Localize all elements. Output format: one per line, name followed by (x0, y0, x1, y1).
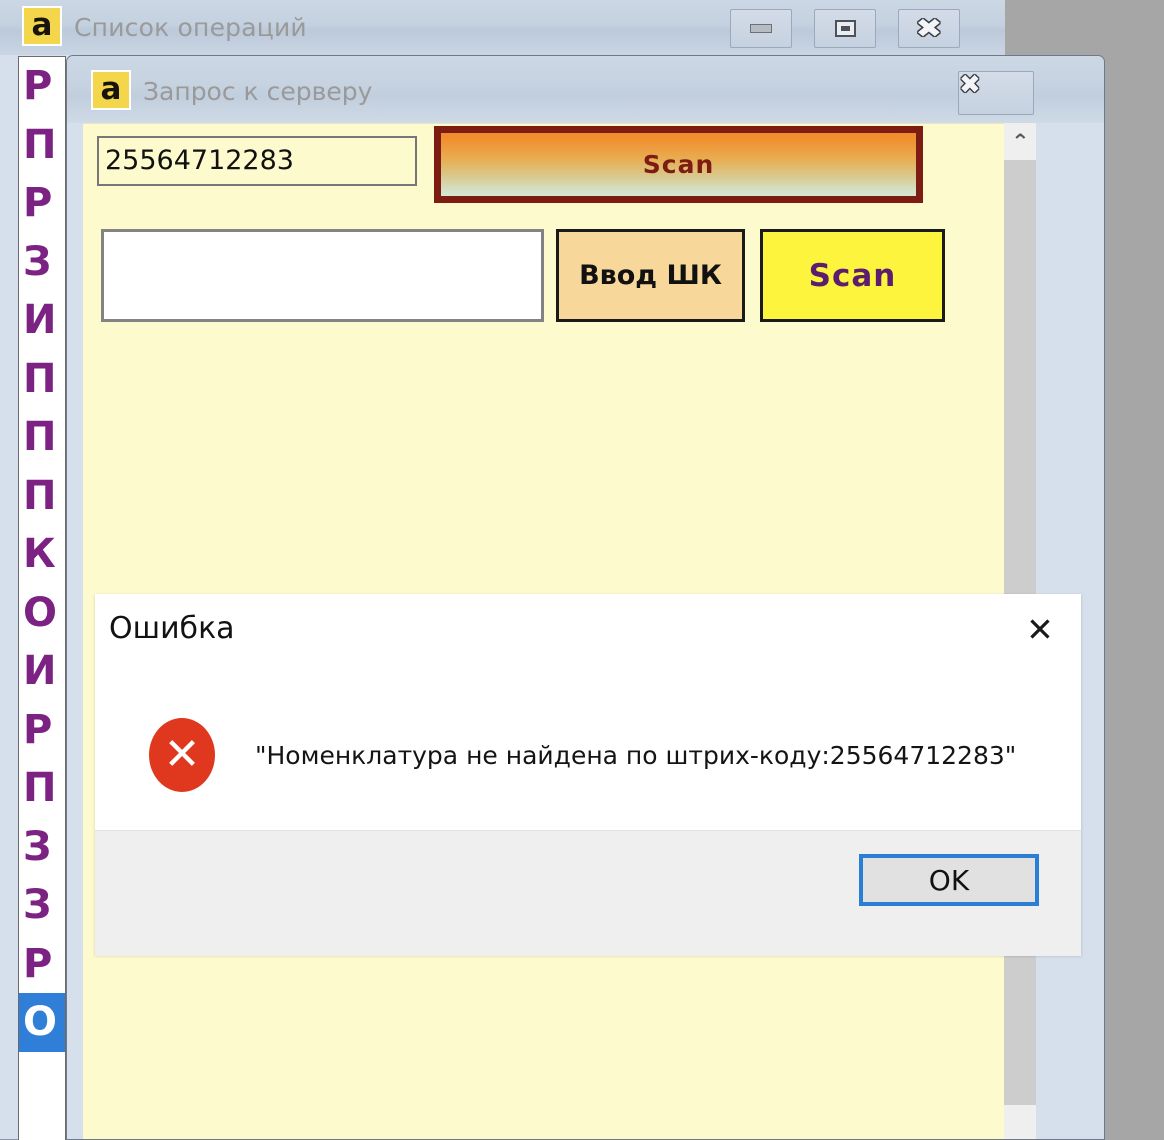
app-1c-icon: a (22, 6, 62, 46)
operations-list-item[interactable]: П (19, 116, 65, 175)
operations-list-item[interactable]: З (19, 818, 65, 877)
operations-list-item[interactable]: З (19, 233, 65, 292)
operations-list-item[interactable]: Р (19, 174, 65, 233)
inner-window-title: Запрос к серверу (143, 77, 373, 106)
close-button-inner[interactable]: ✖ (958, 71, 1034, 115)
operations-list-item[interactable]: Р (19, 57, 65, 116)
error-dialog-body: ✕ "Номенклатура не найдена по штрих-коду… (95, 680, 1081, 830)
error-dialog-title: Ошибка (109, 611, 235, 646)
ok-button-label: OK (928, 863, 970, 897)
operations-list-item[interactable]: П (19, 350, 65, 409)
close-icon: ✖ (915, 13, 943, 44)
scan-secondary-label: Scan (808, 257, 897, 294)
error-dialog-footer: OK (95, 830, 1081, 956)
scroll-up-button[interactable]: ⌃ (1004, 123, 1036, 159)
operations-list-item[interactable]: Р (19, 935, 65, 994)
enter-barcode-label: Ввод ШК (579, 260, 722, 291)
minimize-button[interactable] (730, 9, 792, 48)
operations-list-item[interactable]: Р (19, 701, 65, 760)
scan-primary-button[interactable]: Scan (434, 126, 923, 203)
ok-button[interactable]: OK (859, 854, 1039, 906)
error-x-glyph: ✕ (163, 729, 201, 780)
chevron-up-icon: ⌃ (1010, 129, 1030, 153)
operations-list-item[interactable]: К (19, 525, 65, 584)
app-1c-icon: a (91, 70, 131, 110)
close-icon: ✖ (959, 70, 981, 100)
error-dialog: Ошибка ✕ ✕ "Номенклатура не найдена по ш… (95, 594, 1081, 956)
operations-letter-list[interactable]: РПРЗИПППКОИРПЗЗРО (18, 56, 66, 1140)
barcode-entry-input[interactable] (101, 229, 544, 322)
operations-list-item[interactable]: З (19, 876, 65, 935)
close-icon[interactable]: ✕ (1021, 610, 1059, 648)
operations-list-item[interactable]: П (19, 467, 65, 526)
minimize-icon (731, 10, 791, 47)
app-icon-glyph: a (31, 6, 53, 43)
barcode-input[interactable]: 25564712283 (97, 136, 417, 186)
restore-icon (815, 10, 875, 47)
error-dialog-header: Ошибка ✕ (95, 594, 1081, 680)
operations-list-item[interactable]: О (19, 584, 65, 643)
operations-list-item[interactable]: П (19, 408, 65, 467)
enter-barcode-button[interactable]: Ввод ШК (556, 229, 745, 322)
error-message-text: "Номенклатура не найдена по штрих-коду:2… (255, 740, 1017, 770)
outer-window-title: Список операций (74, 13, 307, 42)
outer-window-titlebar[interactable]: a Список операций ✖ (0, 0, 1005, 55)
operations-list-item[interactable]: И (19, 642, 65, 701)
app-icon-glyph: a (100, 70, 122, 107)
close-button-outer[interactable]: ✖ (898, 9, 960, 48)
entry-row: Ввод ШК Scan (83, 203, 1004, 329)
scan-secondary-button[interactable]: Scan (760, 229, 945, 322)
operations-list-item[interactable]: П (19, 759, 65, 818)
scan-primary-label: Scan (642, 150, 715, 179)
barcode-row: 25564712283 Scan (83, 123, 1004, 204)
operations-list-item[interactable]: И (19, 291, 65, 350)
error-circle-icon: ✕ (149, 718, 215, 792)
restore-button[interactable] (814, 9, 876, 48)
inner-window-titlebar[interactable]: a Запрос к серверу ✖ (67, 56, 1104, 123)
operations-list-item[interactable]: О (19, 993, 65, 1052)
